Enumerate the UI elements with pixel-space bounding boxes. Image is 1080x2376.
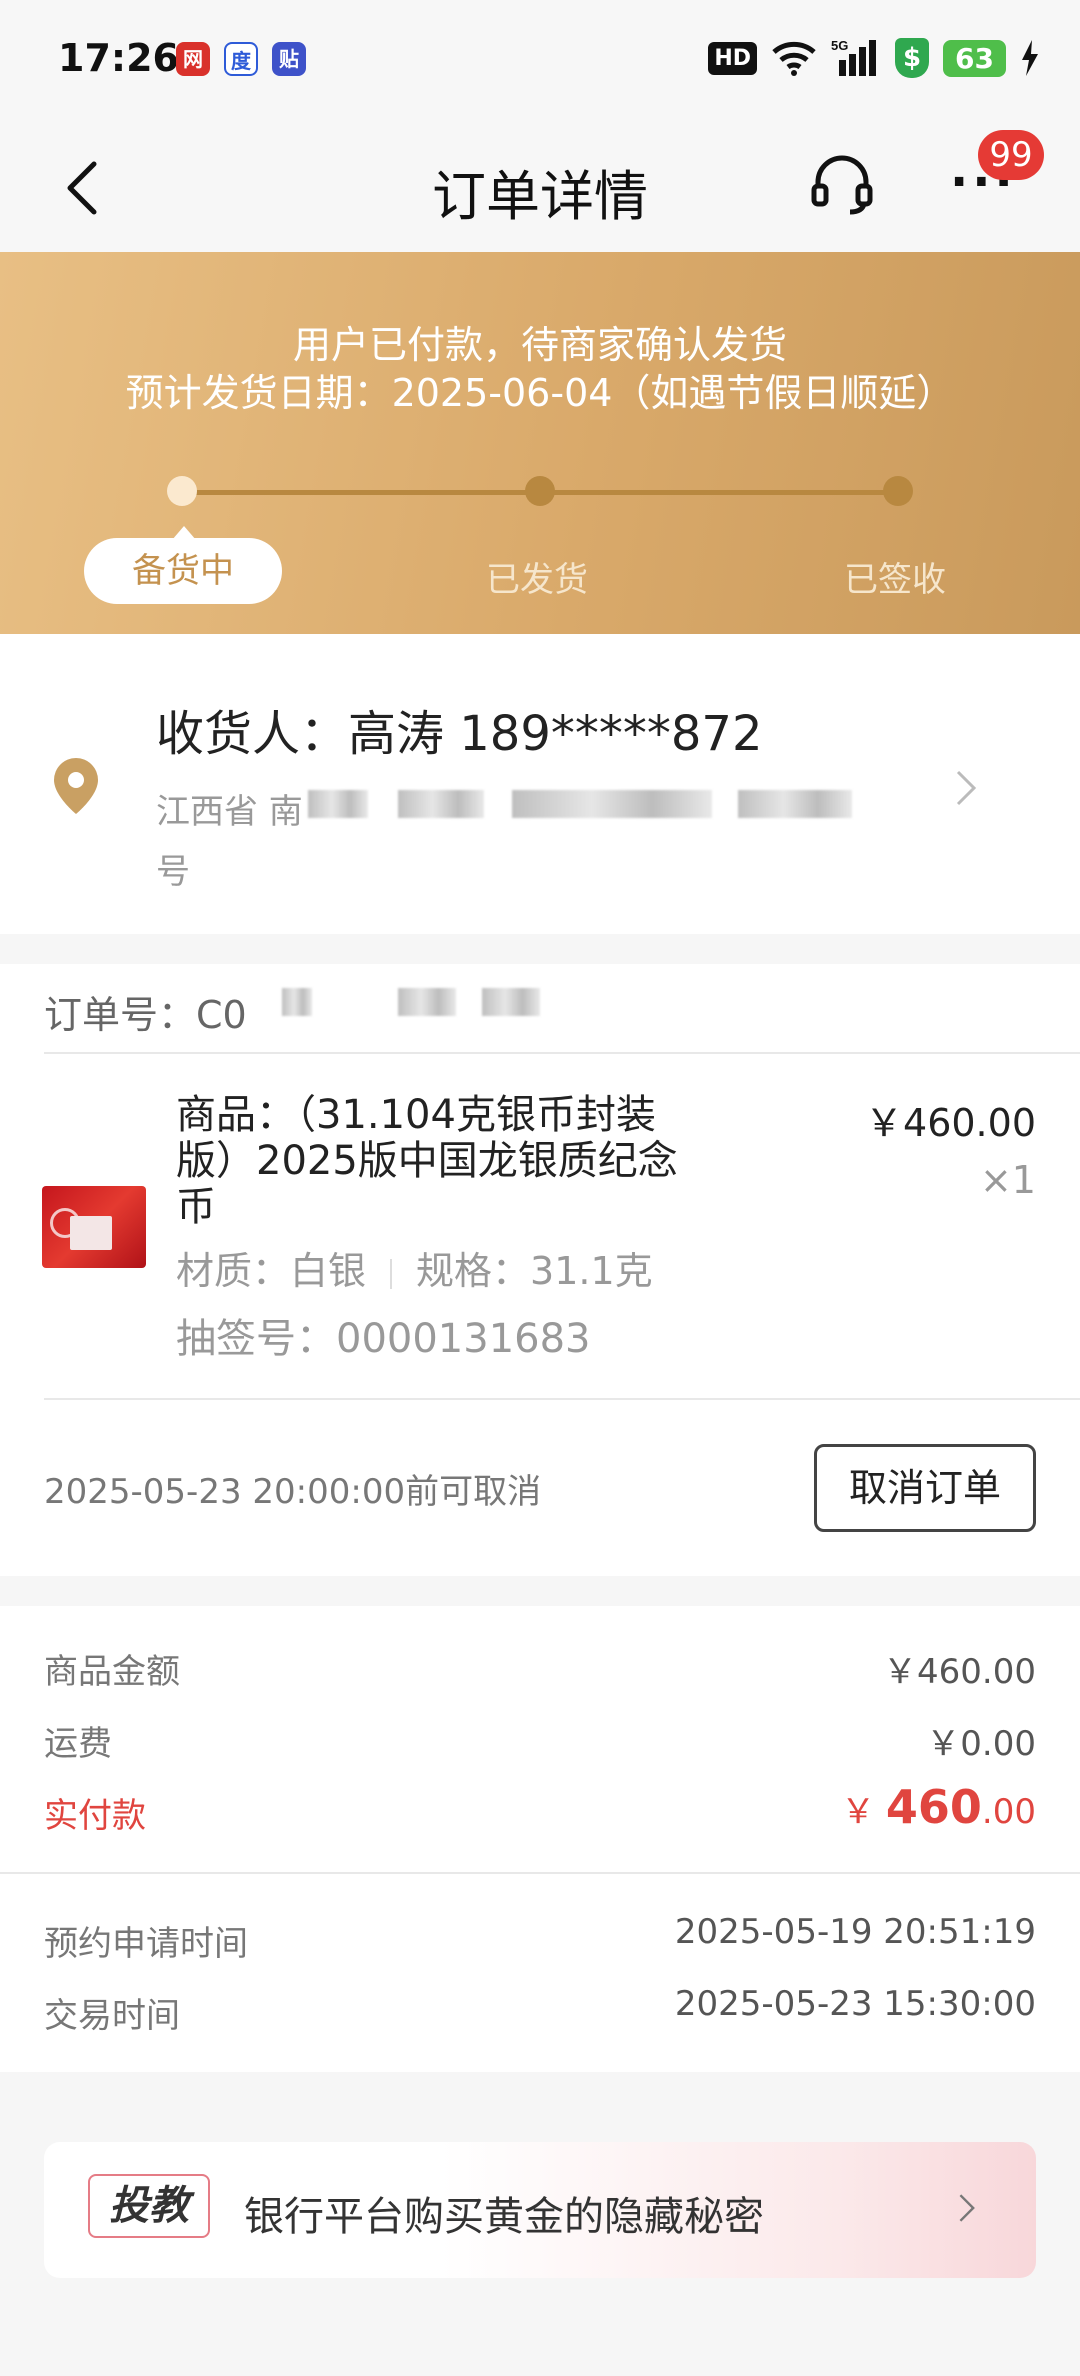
- divider: [0, 1872, 1080, 1874]
- svg-text:5G: 5G: [831, 38, 848, 53]
- chevron-right-icon: [959, 2194, 975, 2222]
- product-thumbnail[interactable]: [42, 1186, 146, 1268]
- product-quantity: ×1: [979, 1158, 1036, 1202]
- shipping-fee-label: 运费: [44, 1724, 112, 1764]
- address-line-2: 号: [156, 852, 190, 892]
- step-shipped: 已发货: [486, 560, 588, 600]
- apply-time-label: 预约申请时间: [44, 1924, 248, 1964]
- order-number-redaction: [482, 988, 540, 1016]
- lottery-number: 抽签号：0000131683: [176, 1316, 591, 1362]
- trade-time-label: 交易时间: [44, 1996, 180, 2036]
- customer-service-headset-icon[interactable]: [810, 152, 874, 216]
- battery-icon: 63: [943, 39, 1006, 77]
- cancel-deadline: 2025-05-23 20:00:00前可取消: [44, 1472, 542, 1512]
- order-number: 订单号：C0: [44, 993, 247, 1037]
- address-line-1: 江西省 南: [156, 792, 303, 832]
- location-pin-icon: [54, 758, 98, 814]
- signal-icon: 5G: [831, 38, 877, 76]
- order-number-redaction: [398, 988, 456, 1016]
- order-number-redaction: [282, 988, 312, 1016]
- material: 材质：白银: [176, 1249, 367, 1293]
- baidu-app-icon: 度: [224, 42, 258, 76]
- paid-amount-value: ￥ 460.00: [841, 1780, 1036, 1834]
- address-redaction: [308, 790, 368, 818]
- goods-amount-label: 商品金额: [44, 1652, 180, 1692]
- wifi-icon: [772, 41, 816, 76]
- shipping-address-card[interactable]: 收货人：高涛 189*****872 江西省 南 号: [0, 634, 1080, 934]
- goods-amount-value: ￥460.00: [883, 1652, 1036, 1692]
- address-redaction: [512, 790, 712, 818]
- status-bar: 17:26 网 度 贴 HD 5G $ 63: [0, 0, 1080, 120]
- address-redaction: [398, 790, 484, 818]
- estimated-ship-date: 预计发货日期：2025-06-04（如遇节假日顺延）: [125, 371, 955, 415]
- trade-time-value: 2025-05-23 15:30:00: [674, 1984, 1036, 2024]
- tieba-app-icon: 贴: [272, 42, 306, 76]
- status-time: 17:26: [58, 36, 179, 80]
- progress-dot-preparing: [167, 476, 197, 506]
- hd-icon: HD: [708, 41, 758, 75]
- order-card: 订单号：C0 商品：（31.104克银币封装版）2025版中国龙银质纪念币 ￥4…: [0, 964, 1080, 1576]
- payment-summary-card: 商品金额 ￥460.00 运费 ￥0.00 实付款 ￥ 460.00 预约申请时…: [0, 1606, 1080, 2072]
- cancel-order-button[interactable]: 取消订单: [814, 1444, 1036, 1532]
- step-received: 已签收: [844, 560, 946, 600]
- news-app-icon: 网: [176, 42, 210, 76]
- investor-education-banner[interactable]: 投教 银行平台购买黄金的隐藏秘密: [44, 2142, 1036, 2278]
- status-message: 用户已付款，待商家确认发货: [292, 323, 787, 367]
- receiver-info: 收货人：高涛 189*****872: [156, 706, 763, 762]
- charging-icon: [1022, 40, 1038, 76]
- address-redaction: [738, 790, 852, 818]
- divider: [44, 1398, 1080, 1400]
- paid-integer: 460: [885, 1780, 982, 1834]
- paid-amount-label: 实付款: [44, 1796, 146, 1836]
- divider: [44, 1052, 1080, 1054]
- investor-education-tag: 投教: [88, 2174, 210, 2238]
- security-shield-icon: $: [895, 38, 930, 78]
- product-specs: 材质：白银 规格：31.1克: [176, 1240, 653, 1295]
- weight-spec: 规格：31.1克: [416, 1249, 653, 1293]
- page-title: 订单详情: [432, 165, 648, 228]
- progress-dot-shipped: [525, 476, 555, 506]
- product-name[interactable]: 商品：（31.104克银币封装版）2025版中国龙银质纪念币: [176, 1092, 696, 1230]
- paid-currency: ￥: [841, 1792, 876, 1832]
- product-price: ￥460.00: [865, 1101, 1036, 1145]
- paid-decimal: .00: [981, 1792, 1036, 1832]
- order-status-banner: 用户已付款，待商家确认发货 预计发货日期：2025-06-04（如遇节假日顺延）…: [0, 252, 1080, 634]
- notification-badge: 99: [978, 130, 1044, 180]
- chevron-right-icon: [956, 770, 977, 806]
- nav-bar: 订单详情 ···: [0, 120, 1080, 252]
- progress-dot-received: [883, 476, 913, 506]
- spec-separator: [390, 1258, 393, 1289]
- step-preparing: 备货中: [84, 526, 282, 604]
- apply-time-value: 2025-05-19 20:51:19: [674, 1912, 1036, 1952]
- promo-text: 银行平台购买黄金的隐藏秘密: [244, 2194, 764, 2240]
- shipping-fee-value: ￥0.00: [926, 1724, 1036, 1764]
- package-image: [70, 1216, 112, 1250]
